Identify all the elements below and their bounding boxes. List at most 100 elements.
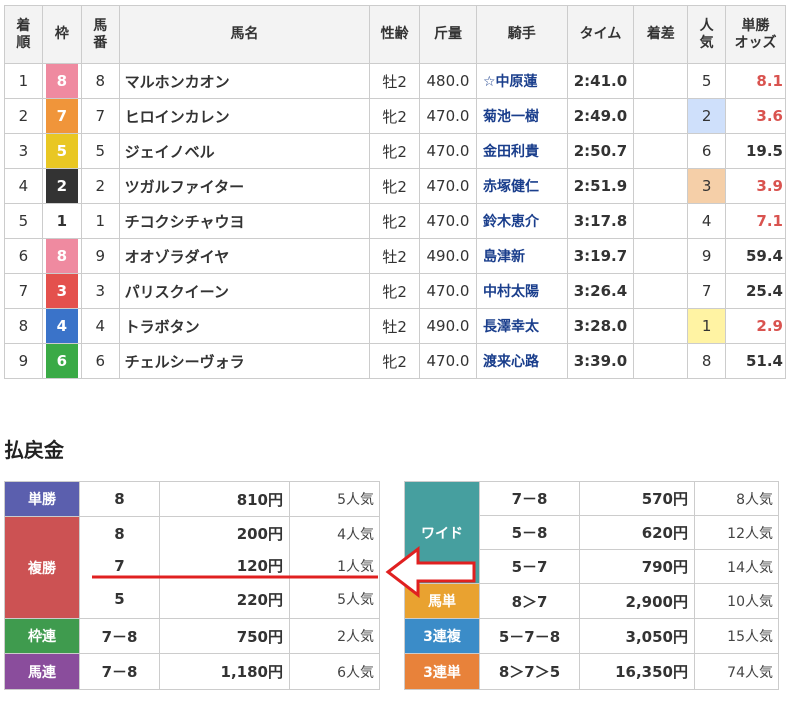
sex-age-cell: 牡2 bbox=[369, 238, 421, 274]
finish-time-cell: 3:17.8 bbox=[566, 203, 635, 239]
header-rank: 着順 bbox=[4, 5, 43, 64]
payout-table-left: 単勝 8 810円 5人気 複勝 8 200円 4人気 7 120円 1人気 5… bbox=[4, 481, 380, 690]
margin-cell bbox=[633, 308, 689, 344]
popularity-cell: 9 bbox=[687, 238, 727, 274]
horse-name-cell: オオゾラダイヤ bbox=[118, 238, 371, 274]
frame-badge-cell: 1 bbox=[41, 203, 82, 239]
frame-badge: 8 bbox=[45, 239, 78, 273]
comb: 7－8 bbox=[79, 653, 160, 690]
payout-title: 払戻金 bbox=[4, 438, 64, 462]
payout-pop: 2人気 bbox=[289, 618, 380, 654]
result-row: 7 3 3 パリスクイーン 牝2 470.0 中村太陽 3:26.4 7 25.4 bbox=[4, 273, 786, 309]
result-row: 5 1 1 チコクシチャウヨ 牝2 470.0 鈴木恵介 3:17.8 4 7.1 bbox=[4, 203, 786, 239]
payout-row-tansho: 単勝 8 810円 5人気 bbox=[4, 481, 380, 517]
horse-number-cell: 1 bbox=[80, 203, 120, 239]
payout-yen: 200円 bbox=[159, 516, 290, 551]
horse-number-cell: 6 bbox=[80, 343, 120, 379]
popularity-value: 6 bbox=[701, 142, 712, 160]
horse-number-cell: 2 bbox=[80, 168, 120, 204]
payout-row-umaren: 馬連 7－8 1,180円 6人気 bbox=[4, 653, 380, 690]
payout-yen: 570円 bbox=[579, 481, 695, 516]
jockey-name-cell: 金田利貴 bbox=[475, 133, 568, 169]
margin-cell bbox=[633, 98, 689, 134]
frame-badge-cell: 4 bbox=[41, 308, 82, 344]
header-horse: 馬名 bbox=[118, 5, 371, 64]
payout-pop: 8人気 bbox=[694, 481, 779, 516]
result-row: 1 8 8 マルホンカオン 牡2 480.0 ☆中原蓮 2:41.0 5 8.1 bbox=[4, 63, 786, 99]
horse-name-cell: ツガルファイター bbox=[118, 168, 371, 204]
horse-number-cell: 4 bbox=[80, 308, 120, 344]
win-odds-cell: 7.1 bbox=[725, 203, 786, 239]
popularity-cell: 7 bbox=[687, 273, 727, 309]
sex-age-cell: 牡2 bbox=[369, 308, 421, 344]
win-odds-cell: 51.4 bbox=[725, 343, 786, 379]
comb: 5－7 bbox=[479, 549, 580, 584]
header-frame: 枠 bbox=[41, 5, 82, 64]
payout-yen: 120円 bbox=[159, 550, 290, 581]
jockey-name-cell: 島津新 bbox=[475, 238, 568, 274]
win-odds-cell: 3.6 bbox=[725, 98, 786, 134]
payout-row-sanrenpuku: 3連複 5－7－8 3,050円 15人気 bbox=[404, 618, 779, 654]
payout-yen: 2,900円 bbox=[579, 583, 695, 619]
payout-yen: 3,050円 bbox=[579, 618, 695, 654]
header-margin: 着差 bbox=[633, 5, 689, 64]
win-odds-cell: 8.1 bbox=[725, 63, 786, 99]
results-header-row: 着順 枠 馬番 馬名 性齢 斤量 騎手 タイム 着差 人気 単勝 オッズ bbox=[4, 5, 786, 64]
result-row: 3 5 5 ジェイノベル 牝2 470.0 金田利貴 2:50.7 6 19.5 bbox=[4, 133, 786, 169]
win-odds-cell: 59.4 bbox=[725, 238, 786, 274]
header-jockey: 騎手 bbox=[475, 5, 568, 64]
header-sex-age: 性齢 bbox=[369, 5, 421, 64]
frame-badge: 1 bbox=[45, 204, 78, 238]
popularity-cell: 1 bbox=[687, 308, 727, 344]
sex-age-cell: 牝2 bbox=[369, 168, 421, 204]
finish-time-cell: 2:50.7 bbox=[566, 133, 635, 169]
popularity-value: 2 bbox=[688, 99, 726, 133]
payout-row-wakuren: 枠連 7－8 750円 2人気 bbox=[4, 618, 380, 654]
comb: 5－8 bbox=[479, 515, 580, 550]
payout-yen: 750円 bbox=[159, 618, 290, 654]
results-table: 着順 枠 馬番 馬名 性齢 斤量 騎手 タイム 着差 人気 単勝 オッズ 188マ… bbox=[4, 5, 786, 379]
rank-cell: 6 bbox=[4, 238, 43, 274]
horse-name-cell: ジェイノベル bbox=[118, 133, 371, 169]
horse-number-cell: 9 bbox=[80, 238, 120, 274]
margin-cell bbox=[633, 168, 689, 204]
win-odds-cell: 19.5 bbox=[725, 133, 786, 169]
jockey-name-cell: ☆中原蓮 bbox=[475, 63, 568, 99]
finish-time-cell: 2:49.0 bbox=[566, 98, 635, 134]
result-row: 4 2 2 ツガルファイター 牝2 470.0 赤塚健仁 2:51.9 3 3.9 bbox=[4, 168, 786, 204]
sex-age-cell: 牝2 bbox=[369, 98, 421, 134]
payout-row-wide: ワイド 7－8 570円 8人気 bbox=[404, 481, 779, 584]
result-row: 9 6 6 チェルシーヴォラ 牝2 470.0 渡来心路 3:39.0 8 51.4 bbox=[4, 343, 786, 379]
win-odds-cell: 2.9 bbox=[725, 308, 786, 344]
result-row: 8 4 4 トラボタン 牡2 490.0 長澤幸太 3:28.0 1 2.9 bbox=[4, 308, 786, 344]
label-sanrentan: 3連単 bbox=[404, 653, 480, 690]
weight-cell: 490.0 bbox=[419, 308, 477, 344]
result-row: 2 7 7 ヒロインカレン 牝2 470.0 菊池一樹 2:49.0 2 3.6 bbox=[4, 98, 786, 134]
horse-name-cell: マルホンカオン bbox=[118, 63, 371, 99]
header-number: 馬番 bbox=[80, 5, 120, 64]
payout-row-sanrentan: 3連単 8＞7＞5 16,350円 74人気 bbox=[404, 653, 779, 690]
frame-badge: 6 bbox=[45, 344, 78, 378]
horse-name-cell: チェルシーヴォラ bbox=[118, 343, 371, 379]
comb: 7 bbox=[79, 550, 160, 581]
weight-cell: 490.0 bbox=[419, 238, 477, 274]
frame-badge-cell: 7 bbox=[41, 98, 82, 134]
frame-badge-cell: 2 bbox=[41, 168, 82, 204]
finish-time-cell: 2:41.0 bbox=[566, 63, 635, 99]
comb: 8＞7 bbox=[479, 583, 580, 619]
rank-cell: 1 bbox=[4, 63, 43, 99]
frame-badge-cell: 5 bbox=[41, 133, 82, 169]
frame-badge: 5 bbox=[45, 134, 78, 168]
header-popularity: 人気 bbox=[687, 5, 727, 64]
frame-badge-cell: 8 bbox=[41, 238, 82, 274]
header-weight: 斤量 bbox=[419, 5, 477, 64]
jockey-name-cell: 中村太陽 bbox=[475, 273, 568, 309]
jockey-name-cell: 赤塚健仁 bbox=[475, 168, 568, 204]
jockey-name-cell: 渡来心路 bbox=[475, 343, 568, 379]
popularity-value: 5 bbox=[701, 72, 712, 90]
finish-time-cell: 3:26.4 bbox=[566, 273, 635, 309]
comb: 5－7－8 bbox=[479, 618, 580, 654]
horse-number-cell: 3 bbox=[80, 273, 120, 309]
payout-pop: 12人気 bbox=[694, 515, 779, 550]
comb: 8 bbox=[79, 516, 160, 551]
